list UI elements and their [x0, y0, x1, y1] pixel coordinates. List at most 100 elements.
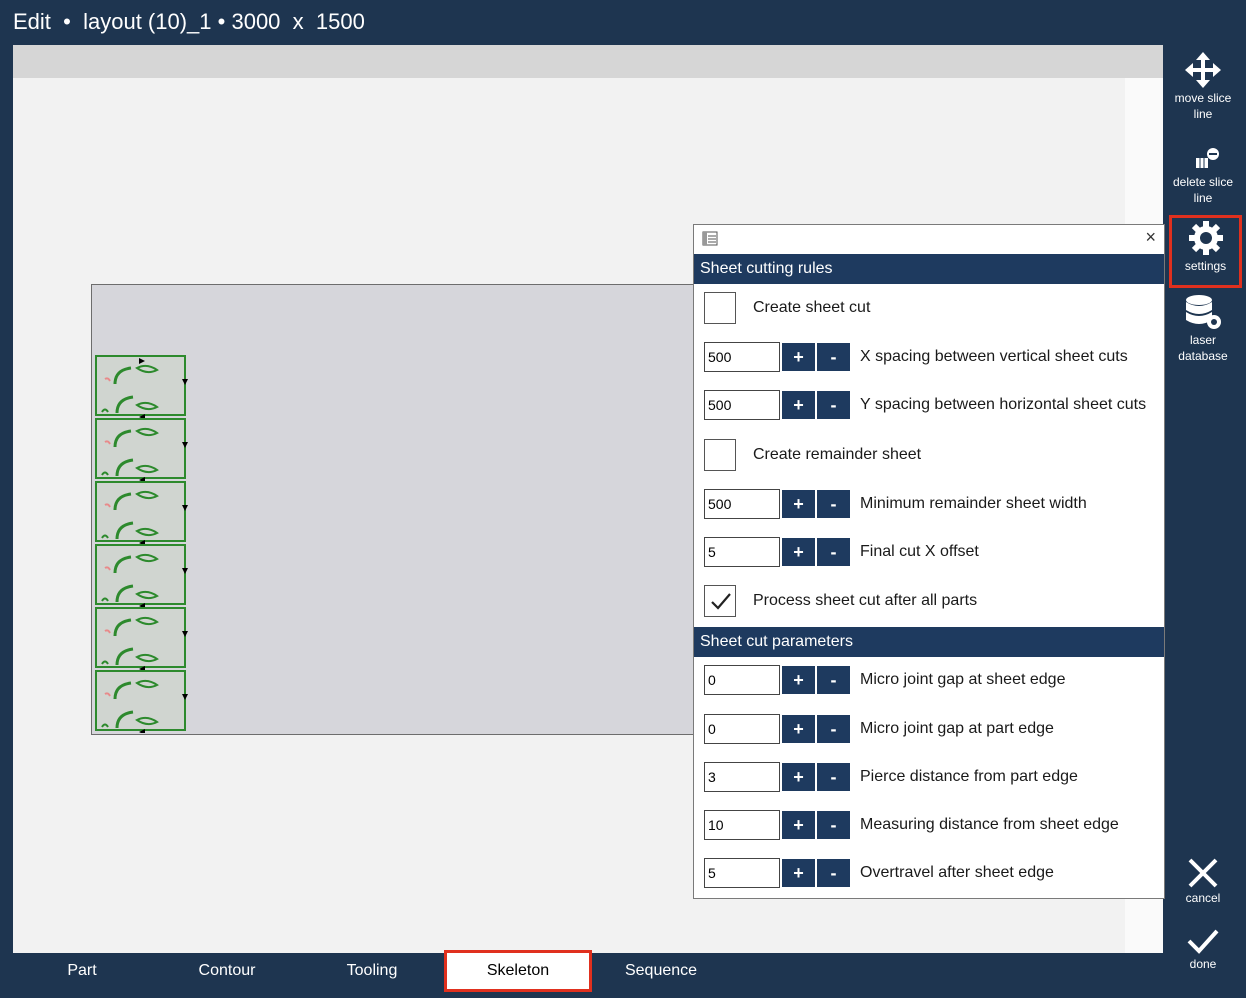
close-icon — [1188, 858, 1218, 888]
title-separator: • — [217, 9, 226, 34]
title-mode: Edit — [13, 9, 51, 34]
final-cut-x-minus-button[interactable]: - — [817, 538, 850, 566]
pierce-distance-input[interactable] — [704, 762, 780, 792]
x-spacing-label: X spacing between vertical sheet cuts — [860, 348, 1128, 365]
y-spacing-minus-button[interactable]: - — [817, 391, 850, 419]
move-arrows-icon — [1185, 52, 1221, 88]
micro-sheet-edge-input[interactable] — [704, 665, 780, 695]
title-separator: • — [63, 9, 71, 34]
nested-part[interactable] — [95, 607, 188, 670]
min-remainder-row: + - Minimum remainder sheet width — [704, 488, 1164, 522]
cancel-label: cancel — [1185, 891, 1221, 905]
micro-sheet-edge-plus-button[interactable]: + — [782, 666, 815, 694]
delete-slice-icon — [1196, 148, 1219, 168]
part-geometry-icon — [101, 679, 188, 733]
min-remainder-plus-button[interactable]: + — [782, 490, 815, 518]
micro-sheet-edge-label: Micro joint gap at sheet edge — [860, 671, 1066, 688]
part-geometry-icon — [101, 490, 188, 544]
pierce-distance-plus-button[interactable]: + — [782, 763, 815, 791]
overtravel-plus-button[interactable]: + — [782, 859, 815, 887]
tool-panel: move slice line delete slice line settin… — [1166, 44, 1246, 998]
pierce-distance-row: + - Pierce distance from part edge — [704, 761, 1164, 795]
done-button[interactable]: done — [1166, 926, 1240, 986]
move-slice-line-label: move slice line — [1174, 91, 1232, 121]
create-sheet-cut-checkbox[interactable] — [704, 292, 736, 324]
final-cut-x-label: Final cut X offset — [860, 543, 979, 560]
nested-part[interactable] — [95, 670, 188, 733]
canvas-top-strip — [13, 45, 1163, 78]
part-geometry-icon — [101, 427, 188, 481]
final-cut-x-input[interactable] — [704, 537, 780, 567]
micro-part-edge-plus-button[interactable]: + — [782, 715, 815, 743]
title-sheet-height: 1500 — [315, 9, 365, 34]
x-spacing-minus-button[interactable]: - — [817, 343, 850, 371]
nested-part[interactable] — [95, 481, 188, 544]
nested-part[interactable] — [95, 355, 188, 418]
title-layout-name: layout (10)_1 — [83, 9, 212, 34]
pierce-distance-minus-button[interactable]: - — [817, 763, 850, 791]
create-sheet-cut-label: Create sheet cut — [753, 299, 871, 316]
create-remainder-row: Create remainder sheet — [704, 439, 1164, 473]
cancel-button[interactable]: cancel — [1166, 856, 1240, 916]
database-gear-icon — [1186, 295, 1221, 329]
y-spacing-label: Y spacing between horizontal sheet cuts — [860, 396, 1147, 413]
section-sheet-cutting-rules: Sheet cutting rules — [694, 254, 1164, 284]
sheet[interactable] — [91, 284, 701, 735]
micro-part-edge-row: + - Micro joint gap at part edge — [704, 713, 1164, 747]
tab-part[interactable]: Part — [30, 953, 134, 993]
measuring-distance-input[interactable] — [704, 810, 780, 840]
final-cut-x-plus-button[interactable]: + — [782, 538, 815, 566]
gear-icon — [1188, 221, 1223, 255]
min-remainder-input[interactable] — [704, 489, 780, 519]
min-remainder-label: Minimum remainder sheet width — [860, 495, 1087, 512]
title-times: x — [292, 9, 304, 34]
settings-dialog: × Sheet cutting rules Create sheet cut +… — [693, 224, 1165, 899]
create-remainder-checkbox[interactable] — [704, 439, 736, 471]
tab-contour[interactable]: Contour — [175, 953, 279, 993]
nested-part[interactable] — [95, 418, 188, 481]
nested-part[interactable] — [95, 544, 188, 607]
micro-part-edge-input[interactable] — [704, 714, 780, 744]
min-remainder-minus-button[interactable]: - — [817, 490, 850, 518]
micro-sheet-edge-minus-button[interactable]: - — [817, 666, 850, 694]
tab-sequence[interactable]: Sequence — [609, 953, 713, 993]
delete-slice-line-button[interactable]: delete slice line — [1166, 144, 1240, 214]
process-after-row: Process sheet cut after all parts — [704, 585, 1164, 619]
y-spacing-input[interactable] — [704, 390, 780, 420]
laser-database-label: laser database — [1178, 333, 1228, 363]
measuring-distance-label: Measuring distance from sheet edge — [860, 816, 1119, 833]
measuring-distance-minus-button[interactable]: - — [817, 811, 850, 839]
overtravel-minus-button[interactable]: - — [817, 859, 850, 887]
micro-sheet-edge-row: + - Micro joint gap at sheet edge — [704, 664, 1164, 698]
section-sheet-cut-parameters: Sheet cut parameters — [694, 627, 1164, 657]
move-slice-line-button[interactable]: move slice line — [1166, 50, 1240, 130]
overtravel-row: + - Overtravel after sheet edge — [704, 857, 1164, 891]
dialog-header: × — [694, 225, 1164, 254]
dialog-close-button[interactable]: × — [1145, 227, 1156, 248]
process-after-checkbox[interactable] — [704, 585, 736, 617]
overtravel-label: Overtravel after sheet edge — [860, 864, 1054, 881]
done-label: done — [1189, 957, 1217, 971]
final-cut-x-row: + - Final cut X offset — [704, 536, 1164, 570]
y-spacing-row: + - Y spacing between horizontal sheet c… — [704, 389, 1164, 423]
delete-slice-line-label: delete slice line — [1172, 175, 1234, 205]
y-spacing-plus-button[interactable]: + — [782, 391, 815, 419]
x-spacing-row: + - X spacing between vertical sheet cut… — [704, 341, 1164, 375]
create-sheet-cut-row: Create sheet cut — [704, 292, 1164, 326]
process-after-label: Process sheet cut after all parts — [753, 592, 978, 609]
micro-part-edge-minus-button[interactable]: - — [817, 715, 850, 743]
laser-database-button[interactable]: laser database — [1166, 292, 1240, 364]
title-bar: Edit • layout (10)_1 • 3000 x 1500 — [0, 0, 1246, 44]
dialog-window-icon — [702, 231, 718, 246]
tab-skeleton[interactable]: Skeleton — [444, 950, 592, 992]
title-sheet-width: 3000 — [231, 9, 281, 34]
settings-label: settings — [1184, 259, 1227, 273]
tab-tooling[interactable]: Tooling — [320, 953, 424, 993]
x-spacing-plus-button[interactable]: + — [782, 343, 815, 371]
settings-button[interactable]: settings — [1169, 215, 1242, 288]
x-spacing-input[interactable] — [704, 342, 780, 372]
measuring-distance-row: + - Measuring distance from sheet edge — [704, 809, 1164, 843]
overtravel-input[interactable] — [704, 858, 780, 888]
measuring-distance-plus-button[interactable]: + — [782, 811, 815, 839]
micro-part-edge-label: Micro joint gap at part edge — [860, 720, 1054, 737]
